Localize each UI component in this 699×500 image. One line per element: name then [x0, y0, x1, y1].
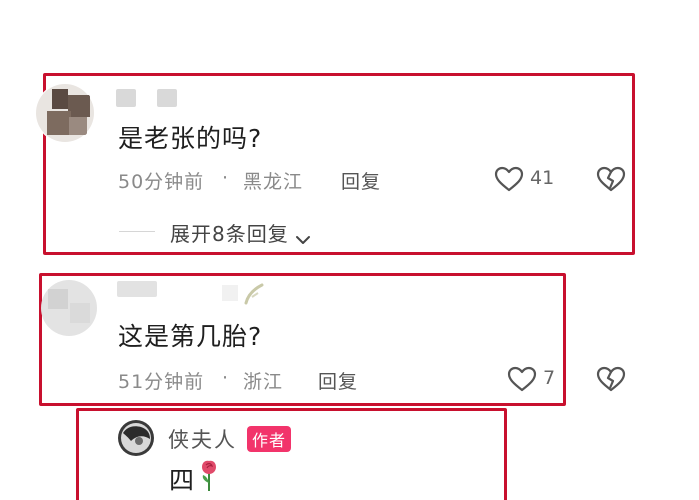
expand-divider	[119, 231, 155, 232]
comment-location: 浙江	[243, 371, 284, 393]
author-name[interactable]: 侠夫人	[168, 424, 237, 454]
comment-text: 是老张的吗?	[118, 124, 263, 153]
author-badge: 作者	[247, 426, 292, 452]
rose-icon	[198, 459, 220, 493]
heart-outline-icon[interactable]	[507, 366, 537, 392]
expand-replies-button[interactable]: 展开8条回复	[170, 218, 311, 247]
avatar[interactable]	[35, 83, 95, 143]
reply-button[interactable]: 回复	[318, 367, 358, 394]
meta-separator: ·	[222, 367, 230, 389]
expand-replies-label: 展开8条回复	[170, 222, 289, 246]
broken-heart-icon[interactable]	[596, 366, 626, 392]
username-blurred[interactable]	[157, 89, 177, 107]
like-count: 41	[530, 167, 555, 189]
author-avatar-image	[118, 420, 154, 456]
like-count: 7	[543, 367, 556, 389]
comment-location: 黑龙江	[243, 171, 304, 193]
broken-heart-icon[interactable]	[596, 166, 626, 192]
comment-text: 这是第几胎?	[118, 322, 263, 351]
reply-button[interactable]: 回复	[341, 167, 381, 194]
comment-time: 51分钟前	[118, 371, 205, 393]
author-reply-text: 四	[169, 466, 196, 495]
username-blurred[interactable]	[117, 281, 157, 297]
username-blurred[interactable]	[116, 89, 136, 107]
meta-separator: ·	[222, 167, 230, 189]
decoration-badge-icon	[222, 283, 264, 305]
avatar-image	[36, 84, 94, 142]
avatar[interactable]	[40, 279, 98, 337]
avatar-image	[41, 280, 97, 336]
comment-time: 50分钟前	[118, 171, 205, 193]
heart-outline-icon[interactable]	[494, 166, 524, 192]
author-avatar[interactable]	[117, 419, 155, 457]
chevron-down-icon	[295, 227, 311, 244]
